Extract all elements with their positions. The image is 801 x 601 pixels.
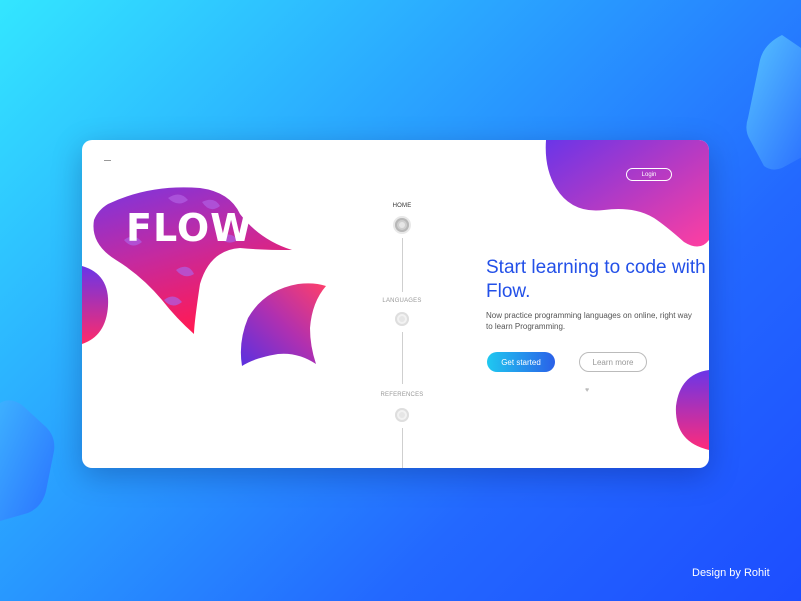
background-hexagon-right <box>746 35 801 170</box>
nav-connector <box>402 238 403 292</box>
nav-connector <box>402 332 403 384</box>
nav-dot-languages[interactable] <box>395 312 409 326</box>
nav-dot-home[interactable] <box>395 218 409 232</box>
chevron-down-icon[interactable]: ♥ <box>585 387 589 394</box>
nav-item-home-label[interactable]: HOME <box>372 203 432 209</box>
menu-dash-icon[interactable] <box>104 160 111 161</box>
middle-blob <box>240 283 326 366</box>
background-hexagon-left <box>0 400 55 521</box>
hero-subtitle: Now practice programming languages on on… <box>486 311 692 331</box>
bottom-right-blob <box>675 370 709 450</box>
left-edge-blob <box>82 266 109 344</box>
brand-logo: FLOW <box>126 206 254 250</box>
nav-item-languages-label[interactable]: LANGUAGES <box>372 298 432 304</box>
nav-item-references-label[interactable]: REFERENCES <box>372 392 432 398</box>
landing-card: FLOW Login HOME LANGUAGES REFERENCES Sta… <box>82 140 709 468</box>
login-button[interactable]: Login <box>626 168 672 181</box>
nav-connector <box>402 428 403 468</box>
learn-more-button[interactable]: Learn more <box>579 352 647 372</box>
get-started-button[interactable]: Get started <box>487 352 555 372</box>
hero-headline: Start learning to code with Flow. <box>486 257 706 302</box>
top-right-blob <box>545 140 709 247</box>
nav-dot-references[interactable] <box>395 408 409 422</box>
designer-credit: Design by Rohit <box>692 567 770 579</box>
